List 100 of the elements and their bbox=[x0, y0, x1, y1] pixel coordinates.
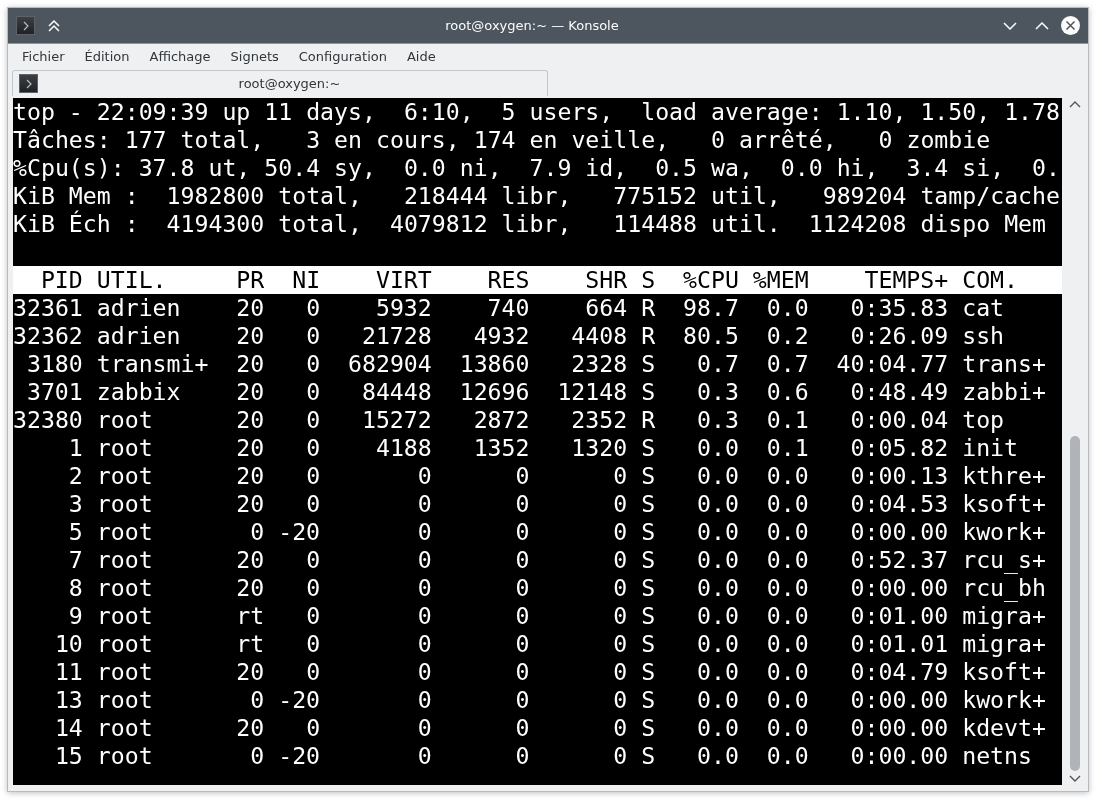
table-cell-text: 0 bbox=[305, 602, 321, 630]
column-header: PR bbox=[235, 266, 265, 294]
table-cell-text: 2352 bbox=[570, 406, 628, 434]
table-cell-text: S bbox=[640, 546, 656, 574]
table-cell-text: 0.0 bbox=[695, 490, 739, 518]
table-cell-text: root bbox=[95, 686, 154, 714]
table-cell-text: 0 bbox=[249, 742, 265, 770]
terminal-tab[interactable]: root@oxygen:~ bbox=[12, 70, 548, 96]
table-cell-text: R bbox=[640, 322, 656, 350]
menu-item[interactable]: Édition bbox=[74, 48, 140, 64]
table-cell-text: root bbox=[95, 574, 154, 602]
terminal-line: Tâches: 177 total, 3 en cours, 174 en veille, 0 arrêté, 0 zombie bbox=[13, 126, 991, 153]
table-cell-text: 0.0 bbox=[765, 658, 809, 686]
table-cell-text: 0.0 bbox=[765, 602, 809, 630]
table-cell-text: 4188 bbox=[374, 434, 432, 462]
table-cell-text: 0:04.79 bbox=[849, 658, 949, 686]
minimize-icon[interactable] bbox=[1003, 21, 1017, 30]
terminal-line: KiB Éch : 4194300 total, 4079812 libr, 114488 util. 1124208 dispo Mem bbox=[13, 210, 1047, 237]
table-cell-text: 0.0 bbox=[695, 546, 739, 574]
table-cell-text: 0.0 bbox=[765, 742, 809, 770]
table-cell-text: R bbox=[640, 406, 656, 434]
menu-item[interactable]: Signets bbox=[220, 48, 289, 64]
table-cell-text: 0 bbox=[416, 630, 432, 658]
table-cell-text: S bbox=[640, 350, 656, 378]
table-cell-text: rt bbox=[235, 602, 265, 630]
column-header: PID bbox=[39, 266, 83, 294]
terminal-icon[interactable] bbox=[16, 16, 35, 35]
table-cell-text: 0 bbox=[612, 658, 628, 686]
table-cell-text: R bbox=[640, 294, 656, 322]
column-header: SHR bbox=[584, 266, 628, 294]
table-cell-text: 0:00.00 bbox=[849, 686, 949, 714]
table-cell: 32361 bbox=[13, 294, 83, 322]
table-cell-text: 20 bbox=[235, 490, 265, 518]
table-cell-text: migra+ bbox=[961, 630, 1046, 658]
table-cell-text: 0 bbox=[612, 602, 628, 630]
table-cell-text: 0 bbox=[514, 490, 530, 518]
table-cell-text: 0 bbox=[514, 574, 530, 602]
table-cell-text: kthre+ bbox=[961, 462, 1046, 490]
scrollbar-thumb[interactable] bbox=[1070, 436, 1080, 771]
menu-item[interactable]: Aide bbox=[396, 48, 446, 64]
table-cell-text: 0.2 bbox=[765, 322, 809, 350]
column-header: COM. bbox=[961, 266, 1020, 294]
table-cell-text: 0.0 bbox=[765, 714, 809, 742]
table-cell-text: 40:04.77 bbox=[835, 350, 949, 378]
table-cell-text: 0 bbox=[305, 630, 321, 658]
column-header: TEMPS+ bbox=[863, 266, 949, 294]
table-cell-text: S bbox=[640, 658, 656, 686]
table-cell: 32362 bbox=[13, 322, 83, 350]
table-cell-text: ksoft+ bbox=[961, 658, 1046, 686]
table-cell-text: 1320 bbox=[570, 434, 628, 462]
table-cell-text: 98.7 bbox=[682, 294, 739, 322]
table-cell-text: 10 bbox=[53, 630, 83, 658]
table-cell-text: migra+ bbox=[961, 602, 1046, 630]
table-cell-text: S bbox=[640, 630, 656, 658]
table-cell-text: 20 bbox=[235, 294, 265, 322]
table-cell-text: root bbox=[95, 742, 154, 770]
table-cell-text: 0 bbox=[305, 714, 321, 742]
table-cell-text: 20 bbox=[235, 350, 265, 378]
table-cell-text: 3180 bbox=[25, 350, 83, 378]
table-cell-text: 0 bbox=[416, 602, 432, 630]
table-cell-text: top bbox=[961, 406, 1006, 434]
table-cell-text: 0 bbox=[514, 602, 530, 630]
table-cell-text: cat bbox=[961, 294, 1006, 322]
table-cell-text: 12148 bbox=[556, 378, 628, 406]
close-icon[interactable] bbox=[1061, 16, 1080, 35]
table-cell-text: root bbox=[95, 630, 154, 658]
table-cell-text: 11 bbox=[53, 658, 83, 686]
table-cell-text: 20 bbox=[235, 322, 265, 350]
keep-above-icon[interactable] bbox=[47, 19, 61, 32]
maximize-icon[interactable] bbox=[1035, 21, 1049, 30]
table-cell-text: root bbox=[95, 546, 154, 574]
table-cell-text: 682904 bbox=[347, 350, 432, 378]
table-cell-text: 21728 bbox=[360, 322, 432, 350]
terminal-line: top - 22:09:39 up 11 days, 6:10, 5 users, load average: 1.10, 1.50, 1.78 bbox=[13, 98, 1060, 125]
table-cell-text: 0 bbox=[514, 742, 530, 770]
table-cell-text: -20 bbox=[277, 686, 321, 714]
table-cell-text: 0:48.49 bbox=[849, 378, 949, 406]
table-cell-text: init bbox=[961, 434, 1020, 462]
table-cell-text: 13860 bbox=[458, 350, 530, 378]
menu-item[interactable]: Affichage bbox=[139, 48, 221, 64]
table-cell-text: 0.3 bbox=[695, 406, 739, 434]
table-cell-text: 15 bbox=[53, 742, 83, 770]
table-cell-text: S bbox=[640, 714, 656, 742]
menu-item[interactable]: Configuration bbox=[288, 48, 397, 64]
table-cell-text: 0 bbox=[612, 462, 628, 490]
table-cell-text: root bbox=[95, 434, 154, 462]
table-cell-text: 0 bbox=[416, 658, 432, 686]
table-cell-text: 0 bbox=[305, 434, 321, 462]
table-cell-text: S bbox=[640, 742, 656, 770]
table-cell-text: 0 bbox=[305, 322, 321, 350]
table-cell-text: 0 bbox=[612, 742, 628, 770]
menu-item[interactable]: Fichier bbox=[12, 48, 75, 64]
column-header: NI bbox=[291, 266, 321, 294]
table-cell-text: 14 bbox=[53, 714, 83, 742]
table-cell-text: -20 bbox=[277, 518, 321, 546]
scroll-up-icon bbox=[1069, 100, 1081, 108]
table-cell-text: kdevt+ bbox=[961, 714, 1046, 742]
table-cell-text: 0.0 bbox=[695, 630, 739, 658]
table-cell-text: 0 bbox=[416, 686, 432, 714]
table-cell-text: 3701 bbox=[25, 378, 83, 406]
